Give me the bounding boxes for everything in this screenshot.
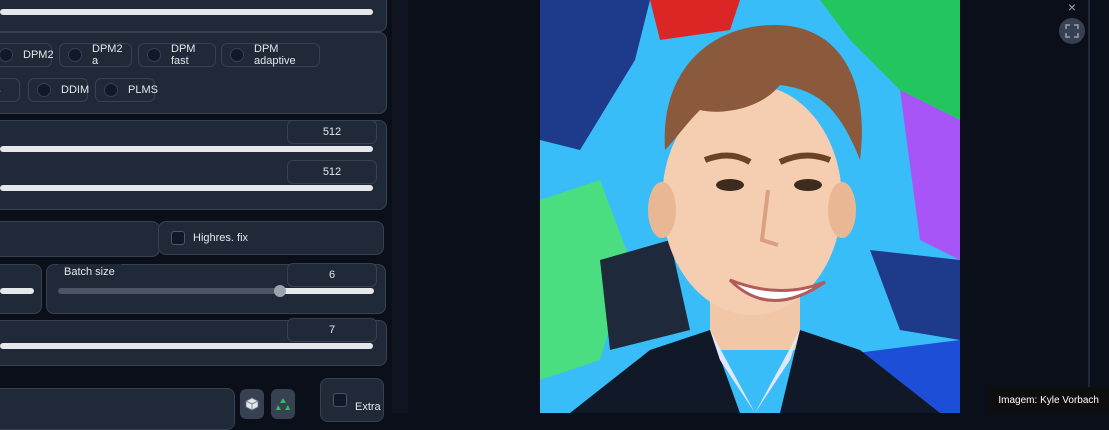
- settings-panel: DPM2 DPM2 a DPM fast DPM adaptive as DDI…: [0, 0, 410, 430]
- highres-checkbox[interactable]: [171, 231, 185, 245]
- batch-size-label: Batch size: [58, 264, 121, 280]
- radio-label: DDIM: [61, 84, 90, 96]
- radio-dot: [104, 83, 118, 97]
- batch-size-slider-track[interactable]: [282, 288, 374, 294]
- radio-dpm-fast[interactable]: DPM fast: [138, 43, 216, 67]
- close-viewer-button[interactable]: ×: [1064, 0, 1080, 15]
- radio-plms[interactable]: PLMS: [95, 78, 158, 102]
- cfg-input[interactable]: 7: [287, 318, 377, 342]
- radio-label: DPM fast: [171, 43, 196, 67]
- width-slider-track[interactable]: [0, 146, 373, 152]
- fullscreen-icon: [1065, 24, 1079, 38]
- radio-label: as: [0, 84, 1, 96]
- dice-icon: [245, 397, 259, 411]
- radio-dpm2[interactable]: DPM2: [0, 43, 54, 67]
- batch-size-slider-fill[interactable]: [58, 288, 280, 294]
- radio-label: DPM2: [23, 49, 54, 61]
- radio-dot: [0, 48, 13, 62]
- top-slider-card: [0, 0, 387, 32]
- viewer-right-strip: [1088, 0, 1090, 413]
- highres-label: Highres. fix: [193, 232, 249, 244]
- batch-size-slider-thumb[interactable]: [274, 285, 286, 297]
- radio-dot: [68, 48, 82, 62]
- extra-checkbox[interactable]: [333, 393, 347, 407]
- radio-label: DPM adaptive: [254, 43, 296, 67]
- radio-dpm2-a[interactable]: DPM2 a: [59, 43, 132, 67]
- batch-count-slider-track[interactable]: [0, 288, 34, 294]
- reuse-seed-button[interactable]: [271, 389, 295, 419]
- fullscreen-button[interactable]: [1059, 18, 1085, 44]
- radio-euler-as[interactable]: as: [0, 78, 20, 102]
- radio-label: PLMS: [128, 84, 158, 96]
- extra-label: Extra: [355, 401, 381, 413]
- height-input[interactable]: 512: [287, 160, 377, 184]
- generated-portrait-image[interactable]: [540, 0, 960, 413]
- radio-ddim[interactable]: DDIM: [28, 78, 90, 102]
- radio-dot: [147, 48, 161, 62]
- radio-dpm-adaptive[interactable]: DPM adaptive: [221, 43, 320, 67]
- radio-dot: [230, 48, 244, 62]
- height-slider-track[interactable]: [0, 185, 373, 191]
- width-input[interactable]: 512: [287, 120, 377, 144]
- panel-divider: [392, 0, 408, 413]
- top-slider-track[interactable]: [0, 9, 373, 15]
- portrait-artwork: [540, 0, 960, 413]
- recycle-icon: [276, 398, 290, 410]
- seed-input[interactable]: [0, 388, 235, 430]
- close-icon: ×: [1067, 0, 1077, 15]
- radio-dot: [37, 83, 51, 97]
- radio-label: DPM2 a: [92, 43, 123, 67]
- cfg-slider-track[interactable]: [0, 343, 373, 349]
- highres-card[interactable]: Highres. fix: [158, 221, 384, 255]
- dice-button[interactable]: [240, 389, 264, 419]
- extra-card[interactable]: Extra: [320, 378, 384, 422]
- image-credit: Imagem: Kyle Vorbach: [988, 387, 1109, 413]
- batch-size-input[interactable]: 6: [287, 263, 377, 287]
- options-card: [0, 221, 160, 257]
